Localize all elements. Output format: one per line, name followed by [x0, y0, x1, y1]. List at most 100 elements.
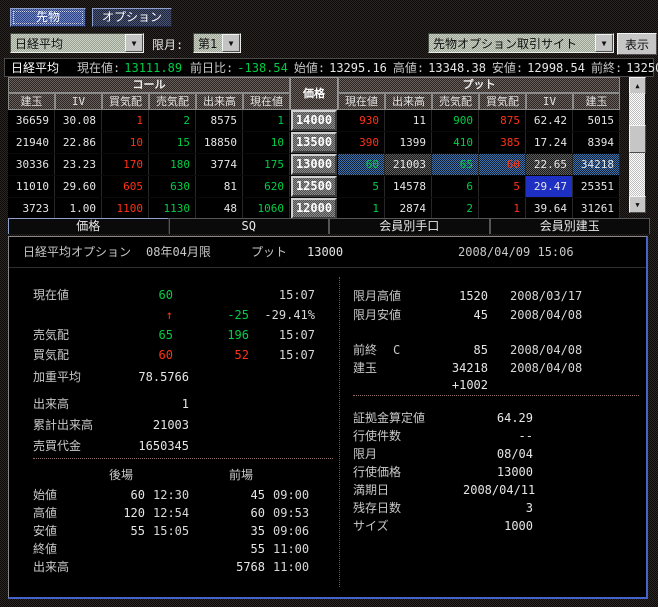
cell-call-oi[interactable]: 36659 [8, 110, 55, 131]
cell-put-iv[interactable]: 39.64 [526, 198, 573, 219]
cell-call-bid[interactable]: 170 [102, 154, 149, 175]
cell-call-ask[interactable]: 15 [149, 132, 196, 153]
chevron-down-icon[interactable]: ▼ [125, 34, 143, 52]
cell-call-iv[interactable]: 23.23 [55, 154, 102, 175]
am-value: 5768 [193, 558, 265, 576]
cell-strike[interactable]: 13500 [291, 132, 337, 153]
cell-put-last[interactable]: 5 [338, 176, 385, 197]
cell-call-last[interactable]: 1 [243, 110, 290, 131]
cell-put-vol[interactable]: 14578 [385, 176, 432, 197]
cell-put-vol[interactable]: 21003 [385, 154, 432, 175]
cell-put-iv[interactable]: 22.65 [526, 154, 573, 175]
scroll-down-button[interactable]: ▼ [629, 196, 646, 213]
chain-scrollbar[interactable]: ▲ ▼ [629, 77, 646, 213]
cell-call-iv[interactable]: 22.86 [55, 132, 102, 153]
cell-put-iv[interactable]: 62.42 [526, 110, 573, 131]
cell-strike[interactable]: 12500 [291, 176, 337, 197]
cell-put-ask[interactable]: 2 [432, 198, 479, 219]
tab-futures[interactable]: 先物 [10, 8, 86, 27]
cell-call-bid[interactable]: 1 [102, 110, 149, 131]
change-value: -138.54 [237, 61, 288, 75]
cell-put-bid[interactable]: 385 [479, 132, 526, 153]
month-select[interactable]: 第1 ▼ [193, 33, 241, 53]
cell-put-last[interactable]: 1 [338, 198, 385, 219]
cell-call-vol[interactable]: 81 [196, 176, 243, 197]
site-select[interactable]: 先物オプション取引サイト ▼ [428, 33, 614, 53]
cell-put-bid[interactable]: 5 [479, 176, 526, 197]
tab-price[interactable]: 価格 [8, 218, 169, 234]
cell-call-last[interactable]: 620 [243, 176, 290, 197]
tab-options[interactable]: オプション [92, 8, 172, 27]
index-name: 日経平均 [11, 59, 59, 76]
cell-call-oi[interactable]: 30336 [8, 154, 55, 175]
col-header: 売気配 [149, 93, 196, 110]
cell-put-ask[interactable]: 6 [432, 176, 479, 197]
instrument-select[interactable]: 日経平均 ▼ [10, 33, 144, 53]
scroll-thumb[interactable] [629, 125, 646, 153]
cell-strike[interactable]: 14000 [291, 110, 337, 131]
cell-put-vol[interactable]: 2874 [385, 198, 432, 219]
cell-put-vol[interactable]: 11 [385, 110, 432, 131]
cell-put-oi[interactable]: 31261 [573, 198, 620, 219]
cell-put-bid[interactable]: 875 [479, 110, 526, 131]
cell-put-vol[interactable]: 1399 [385, 132, 432, 153]
chain-row: 21940 22.86 10 15 18850 10 13500 390 139… [8, 132, 620, 154]
cell-call-oi[interactable]: 11010 [8, 176, 55, 197]
cell-call-iv[interactable]: 1.00 [55, 198, 102, 219]
tab-sq[interactable]: SQ [169, 218, 330, 234]
cell-call-oi[interactable]: 21940 [8, 132, 55, 153]
strike-price-label: 行使価格 [353, 463, 463, 481]
cell-call-oi[interactable]: 3723 [8, 198, 55, 219]
low-label: 安値: [492, 59, 523, 76]
cell-call-last[interactable]: 1060 [243, 198, 290, 219]
cell-put-bid[interactable]: 1 [479, 198, 526, 219]
cell-call-iv[interactable]: 30.08 [55, 110, 102, 131]
am-time: 09:53 [273, 504, 313, 522]
cell-call-vol[interactable]: 48 [196, 198, 243, 219]
cell-call-ask[interactable]: 180 [149, 154, 196, 175]
col-header: 出来高 [385, 93, 432, 110]
col-header: IV [55, 93, 102, 110]
cell-call-last[interactable]: 10 [243, 132, 290, 153]
cell-call-bid[interactable]: 1100 [102, 198, 149, 219]
cell-put-last[interactable]: 60 [338, 154, 385, 175]
cell-call-bid[interactable]: 605 [102, 176, 149, 197]
cell-put-oi[interactable]: 25351 [573, 176, 620, 197]
cell-call-iv[interactable]: 29.60 [55, 176, 102, 197]
cell-put-iv[interactable]: 17.24 [526, 132, 573, 153]
cell-call-bid[interactable]: 10 [102, 132, 149, 153]
cell-put-ask[interactable]: 900 [432, 110, 479, 131]
price-column-header: 価格 [290, 77, 338, 110]
pm-time: 12:30 [153, 486, 193, 504]
cell-call-last[interactable]: 175 [243, 154, 290, 175]
cell-call-vol[interactable]: 18850 [196, 132, 243, 153]
cell-put-iv-selected[interactable]: 29.47 [526, 176, 573, 197]
cell-call-vol[interactable]: 8575 [196, 110, 243, 131]
tab-member-oi[interactable]: 会員別建玉 [490, 218, 651, 234]
cell-call-ask[interactable]: 1130 [149, 198, 196, 219]
cell-put-bid[interactable]: 60 [479, 154, 526, 175]
scroll-up-button[interactable]: ▲ [629, 77, 646, 94]
cell-strike[interactable]: 13000 [291, 154, 337, 175]
cell-call-ask[interactable]: 2 [149, 110, 196, 131]
cell-put-last[interactable]: 930 [338, 110, 385, 131]
cell-put-oi[interactable]: 8394 [573, 132, 620, 153]
pm-time [153, 540, 193, 558]
bid-price: 60 [109, 346, 173, 364]
cell-put-oi[interactable]: 34218 [573, 154, 620, 175]
show-button[interactable]: 表示 [617, 33, 657, 55]
tab-member-flow[interactable]: 会員別手口 [329, 218, 490, 234]
margin-value: 64.29 [463, 409, 533, 427]
pm-time: 15:05 [153, 522, 193, 540]
cell-strike[interactable]: 12000 [291, 198, 337, 219]
cell-put-ask[interactable]: 65 [432, 154, 479, 175]
call-group-header: コール [8, 77, 290, 93]
cell-call-vol[interactable]: 3774 [196, 154, 243, 175]
cell-put-last[interactable]: 390 [338, 132, 385, 153]
chevron-down-icon[interactable]: ▼ [222, 34, 240, 52]
chevron-down-icon[interactable]: ▼ [595, 34, 613, 52]
am-value: 45 [193, 486, 265, 504]
cell-put-ask[interactable]: 410 [432, 132, 479, 153]
cell-call-ask[interactable]: 630 [149, 176, 196, 197]
cell-put-oi[interactable]: 5015 [573, 110, 620, 131]
